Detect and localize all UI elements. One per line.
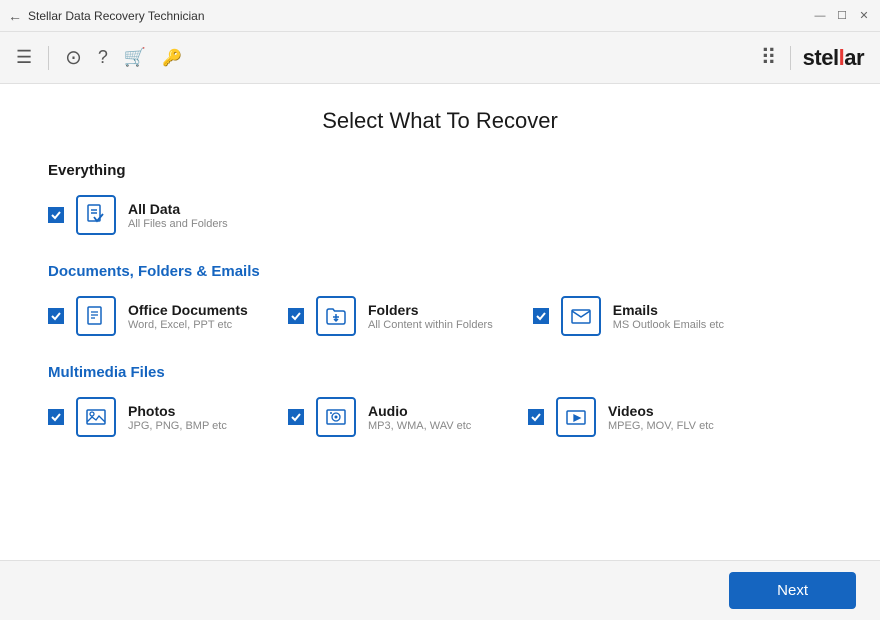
all-data-icon <box>84 203 108 227</box>
folders-icon <box>324 304 348 328</box>
stellar-logo: stellar <box>803 45 864 71</box>
office-docs-sublabel: Word, Excel, PPT etc <box>128 319 248 331</box>
back-icon: ← <box>8 8 22 24</box>
check-icon <box>291 412 301 422</box>
office-docs-text: Office Documents Word, Excel, PPT etc <box>128 302 248 331</box>
title-bar: ← Stellar Data Recovery Technician — ☐ ✕ <box>0 0 880 32</box>
photos-label: Photos <box>128 403 227 419</box>
toolbar-right: ⠿ stellar <box>761 45 864 71</box>
office-docs-icon-box <box>76 296 116 336</box>
check-icon <box>536 311 546 321</box>
all-data-label: All Data <box>128 201 228 217</box>
check-icon <box>291 311 301 321</box>
office-docs-icon <box>84 304 108 328</box>
folders-sublabel: All Content within Folders <box>368 319 493 331</box>
check-icon <box>51 210 61 220</box>
key-icon[interactable]: 🔑 <box>162 48 182 68</box>
app-title: Stellar Data Recovery Technician <box>28 9 205 23</box>
folders-icon-box <box>316 296 356 336</box>
page-title: Select What To Recover <box>48 108 832 134</box>
folders-text: Folders All Content within Folders <box>368 302 493 331</box>
check-icon <box>51 412 61 422</box>
check-icon <box>531 412 541 422</box>
audio-text: Audio MP3, WMA, WAV etc <box>368 403 471 432</box>
option-emails: Emails MS Outlook Emails etc <box>533 296 733 336</box>
section-title-everything: Everything <box>48 162 832 179</box>
minimize-button[interactable]: — <box>812 8 828 24</box>
emails-sublabel: MS Outlook Emails etc <box>613 319 724 331</box>
section-documents: Documents, Folders & Emails <box>48 263 832 336</box>
history-icon[interactable]: ⊙ <box>65 45 82 70</box>
emails-label: Emails <box>613 302 724 318</box>
toolbar-left: ☰ ⊙ ? 🛒 🔑 <box>16 45 182 70</box>
checkbox-audio[interactable] <box>288 409 304 425</box>
photos-icon-box <box>76 397 116 437</box>
videos-icon <box>564 405 588 429</box>
all-data-text: All Data All Files and Folders <box>128 201 228 230</box>
checkbox-all-data-wrap <box>48 207 64 223</box>
folders-label: Folders <box>368 302 493 318</box>
checkbox-videos[interactable] <box>528 409 544 425</box>
toolbar: ☰ ⊙ ? 🛒 🔑 ⠿ stellar <box>0 32 880 84</box>
checkbox-office[interactable] <box>48 308 64 324</box>
checkbox-folders-wrap <box>288 308 304 324</box>
option-all-data: All Data All Files and Folders <box>48 195 248 235</box>
toolbar-divider <box>48 46 49 70</box>
audio-label: Audio <box>368 403 471 419</box>
checkbox-office-wrap <box>48 308 64 324</box>
checkbox-all-data[interactable] <box>48 207 64 223</box>
photos-text: Photos JPG, PNG, BMP etc <box>128 403 227 432</box>
option-videos: Videos MPEG, MOV, FLV etc <box>528 397 728 437</box>
checkbox-videos-wrap <box>528 409 544 425</box>
menu-icon[interactable]: ☰ <box>16 47 32 68</box>
options-grid-everything: All Data All Files and Folders <box>48 195 832 235</box>
cart-icon[interactable]: 🛒 <box>124 47 146 68</box>
videos-label: Videos <box>608 403 714 419</box>
check-icon <box>51 311 61 321</box>
grid-icon[interactable]: ⠿ <box>761 45 778 71</box>
option-photos: Photos JPG, PNG, BMP etc <box>48 397 248 437</box>
checkbox-folders[interactable] <box>288 308 304 324</box>
checkbox-photos[interactable] <box>48 409 64 425</box>
title-bar-left: ← Stellar Data Recovery Technician <box>8 8 205 24</box>
videos-sublabel: MPEG, MOV, FLV etc <box>608 420 714 432</box>
section-title-multimedia: Multimedia Files <box>48 364 832 381</box>
restore-button[interactable]: ☐ <box>834 8 850 24</box>
photos-sublabel: JPG, PNG, BMP etc <box>128 420 227 432</box>
section-title-documents: Documents, Folders & Emails <box>48 263 832 280</box>
option-folders: Folders All Content within Folders <box>288 296 493 336</box>
logo-divider <box>790 46 791 70</box>
videos-text: Videos MPEG, MOV, FLV etc <box>608 403 714 432</box>
checkbox-audio-wrap <box>288 409 304 425</box>
close-button[interactable]: ✕ <box>856 8 872 24</box>
audio-sublabel: MP3, WMA, WAV etc <box>368 420 471 432</box>
option-audio: Audio MP3, WMA, WAV etc <box>288 397 488 437</box>
videos-icon-box <box>556 397 596 437</box>
checkbox-emails-wrap <box>533 308 549 324</box>
photos-icon <box>84 405 108 429</box>
options-grid-multimedia: Photos JPG, PNG, BMP etc <box>48 397 832 437</box>
checkbox-emails[interactable] <box>533 308 549 324</box>
all-data-sublabel: All Files and Folders <box>128 218 228 230</box>
window-controls: — ☐ ✕ <box>812 8 872 24</box>
options-grid-documents: Office Documents Word, Excel, PPT etc <box>48 296 832 336</box>
emails-text: Emails MS Outlook Emails etc <box>613 302 724 331</box>
section-everything: Everything <box>48 162 832 235</box>
emails-icon <box>569 304 593 328</box>
section-multimedia: Multimedia Files <box>48 364 832 437</box>
checkbox-photos-wrap <box>48 409 64 425</box>
office-docs-label: Office Documents <box>128 302 248 318</box>
audio-icon <box>324 405 348 429</box>
main-content: Select What To Recover Everything <box>0 84 880 560</box>
audio-icon-box <box>316 397 356 437</box>
emails-icon-box <box>561 296 601 336</box>
footer: Next <box>0 560 880 620</box>
next-button[interactable]: Next <box>729 572 856 609</box>
help-icon[interactable]: ? <box>98 47 108 68</box>
all-data-icon-box <box>76 195 116 235</box>
option-office-docs: Office Documents Word, Excel, PPT etc <box>48 296 248 336</box>
